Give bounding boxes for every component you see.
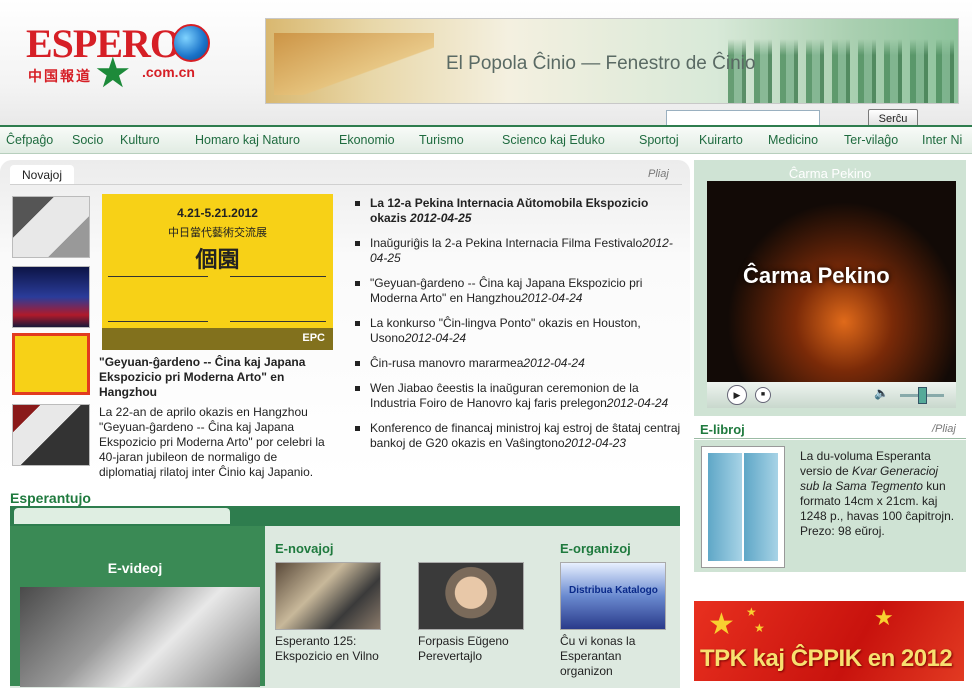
featured-article-summary: La 22-an de aprilo okazis en Hangzhou "G… bbox=[99, 405, 325, 479]
news-date: 2012-04-23 bbox=[564, 436, 626, 450]
news-date: 2012-04-24 bbox=[606, 396, 669, 410]
nav-item-ter-vilago[interactable]: Ter-vilaĝo bbox=[844, 133, 898, 147]
section-title-enovajoj[interactable]: E-novajoj bbox=[275, 541, 334, 556]
elibroj-divider bbox=[694, 438, 966, 439]
star-icon: ★ bbox=[754, 621, 765, 635]
volume-slider-handle[interactable] bbox=[918, 387, 927, 404]
epc-watermark: EPC bbox=[302, 332, 325, 344]
featured-image-subtitle: 中日當代藝術交流展 bbox=[168, 227, 267, 239]
banner-slogan: El Popola Ĉinio — Fenestro de Ĉinio bbox=[446, 53, 756, 74]
section-title-elibroj[interactable]: E-libroj bbox=[700, 422, 745, 437]
eorganizoj-caption[interactable]: Ĉu vi konas la Esperantan organizon bbox=[560, 634, 675, 684]
news-list: La 12-a Pekina Internacia Aŭtomobila Eks… bbox=[355, 196, 685, 461]
book-cover-image[interactable] bbox=[701, 446, 785, 568]
enovajoj-caption[interactable]: Forpasis Eŭgeno Perevertajlo bbox=[418, 634, 530, 664]
tab-divider bbox=[10, 184, 682, 185]
book-description: La du-voluma Esperanta versio de Kvar Ge… bbox=[800, 449, 960, 539]
featured-image-footer-bar bbox=[102, 328, 333, 350]
featured-image-text-block-left bbox=[108, 276, 208, 322]
featured-image-title: 個園 bbox=[195, 247, 240, 272]
news-title[interactable]: Konferenco de financaj ministroj kaj est… bbox=[370, 421, 680, 450]
news-title[interactable]: Inaŭguriĝis la 2-a Pekina Internacia Fil… bbox=[370, 236, 642, 250]
video-player[interactable]: Ĉarma Pekino bbox=[707, 181, 956, 382]
logo-chinese-text: 中国報道 bbox=[28, 68, 92, 84]
nav-item-sportoj[interactable]: Sportoj bbox=[639, 133, 679, 147]
header-banner: El Popola Ĉinio — Fenestro de Ĉinio bbox=[265, 18, 959, 104]
star-icon: ★ bbox=[708, 608, 735, 641]
book-volume-2 bbox=[744, 453, 778, 561]
tab-novajoj[interactable]: Novajoj bbox=[10, 165, 74, 185]
news-title[interactable]: Wen Jiabao ĉeestis la inaŭguran ceremoni… bbox=[370, 381, 639, 410]
news-date: 2012-04-24 bbox=[521, 291, 583, 305]
nav-item-medicino[interactable]: Medicino bbox=[768, 133, 818, 147]
nav-item-cefpago[interactable]: Ĉefpaĝo bbox=[6, 133, 53, 147]
featured-image-dates: 4.21-5.21.2012 bbox=[177, 206, 258, 220]
section-title-eorganizoj[interactable]: E-organizoj bbox=[560, 541, 631, 556]
news-thumbnail-festival[interactable] bbox=[12, 266, 90, 328]
nav-item-kuirarto[interactable]: Kuirarto bbox=[699, 133, 743, 147]
list-item[interactable]: La konkurso "Ĉin-lingva Ponto" okazis en… bbox=[355, 316, 685, 346]
logo-domain: .com.cn bbox=[142, 64, 195, 80]
news-thumbnail-competition[interactable] bbox=[12, 404, 90, 466]
list-item[interactable]: Ĉin-rusa manovro mararmea2012-04-24 bbox=[355, 356, 685, 371]
news-date: 2012-04-24 bbox=[523, 356, 585, 370]
nav-item-turismo[interactable]: Turismo bbox=[419, 133, 464, 147]
news-thumbnail-car[interactable] bbox=[12, 196, 90, 258]
stop-icon[interactable]: ■ bbox=[755, 387, 771, 403]
nav-item-scienco[interactable]: Scienco kaj Eduko bbox=[502, 133, 605, 147]
enovajoj-caption[interactable]: Esperanto 125: Ekspozicio en Vilno bbox=[275, 634, 387, 664]
nav-item-ekonomio[interactable]: Ekonomio bbox=[339, 133, 395, 147]
section-title-evideoj[interactable]: E-videoj bbox=[10, 560, 260, 576]
tpk-promo-banner[interactable]: ★ ★ ★ ★ TPK kaj ĈPPIK en 2012 bbox=[694, 601, 964, 681]
video-panel-title: Ĉarma Pekino bbox=[788, 166, 872, 181]
list-item[interactable]: "Geyuan-ĝardeno -- Ĉina kaj Japana Ekspo… bbox=[355, 276, 685, 306]
featured-article-title[interactable]: "Geyuan-ĝardeno -- Ĉina kaj Japana Ekspo… bbox=[99, 355, 334, 400]
enovajoj-image-portrait[interactable] bbox=[418, 562, 524, 630]
eorganizoj-image-catalog[interactable]: Distribua Katalogo bbox=[560, 562, 666, 630]
globe-icon bbox=[172, 24, 210, 62]
news-title[interactable]: "Geyuan-ĝardeno -- Ĉina kaj Japana Ekspo… bbox=[370, 276, 642, 305]
volume-icon[interactable]: 🔈 bbox=[874, 386, 890, 402]
news-thumbnail-exhibition[interactable] bbox=[12, 333, 90, 395]
enovajoj-image-exhibition[interactable] bbox=[275, 562, 381, 630]
main-navigation: Ĉefpaĝo Socio Kulturo Homaro kaj Naturo … bbox=[0, 125, 972, 154]
video-overlay-text: Ĉarma Pekino bbox=[743, 263, 890, 288]
featured-image[interactable]: 4.21-5.21.2012 中日當代藝術交流展 個園 EPC bbox=[102, 194, 333, 350]
tpk-banner-text: TPK kaj ĈPPIK en 2012 bbox=[700, 645, 953, 672]
news-date: 2012-04-24 bbox=[404, 331, 467, 345]
featured-image-text-block-right bbox=[230, 276, 326, 322]
great-wall-graphic bbox=[274, 33, 434, 95]
nav-item-homaro[interactable]: Homaro kaj Naturo bbox=[195, 133, 300, 147]
list-item[interactable]: Wen Jiabao ĉeestis la inaŭguran ceremoni… bbox=[355, 381, 685, 411]
news-date: 2012-04-25 bbox=[410, 211, 472, 225]
catalog-label: Distribua Katalogo bbox=[569, 585, 658, 596]
city-skyline-graphic bbox=[728, 23, 958, 103]
list-item[interactable]: Konferenco de financaj ministroj kaj est… bbox=[355, 421, 685, 451]
nav-item-inter-ni[interactable]: Inter Ni bbox=[922, 133, 962, 147]
nav-item-socio[interactable]: Socio bbox=[72, 133, 103, 147]
esperantujo-tab[interactable] bbox=[14, 508, 230, 524]
news-more-link[interactable]: Pliaj bbox=[648, 168, 669, 180]
news-title[interactable]: Ĉin-rusa manovro mararmea bbox=[370, 356, 523, 370]
star-icon: ★ bbox=[94, 49, 132, 96]
star-icon: ★ bbox=[874, 605, 894, 630]
nav-item-kulturo[interactable]: Kulturo bbox=[120, 133, 160, 147]
list-item[interactable]: Inaŭguriĝis la 2-a Pekina Internacia Fil… bbox=[355, 236, 685, 266]
section-title-esperantujo: Esperantujo bbox=[10, 490, 91, 506]
star-icon: ★ bbox=[746, 605, 757, 619]
list-item[interactable]: La 12-a Pekina Internacia Aŭtomobila Eks… bbox=[355, 196, 685, 226]
play-icon[interactable]: ▶ bbox=[727, 385, 747, 405]
evideoj-thumbnail[interactable] bbox=[20, 587, 260, 687]
site-logo[interactable]: ESPERO ★ 中国報道 .com.cn bbox=[24, 18, 214, 96]
book-volume-1 bbox=[708, 453, 742, 561]
elibroj-more-link[interactable]: /Pliaj bbox=[932, 423, 956, 435]
